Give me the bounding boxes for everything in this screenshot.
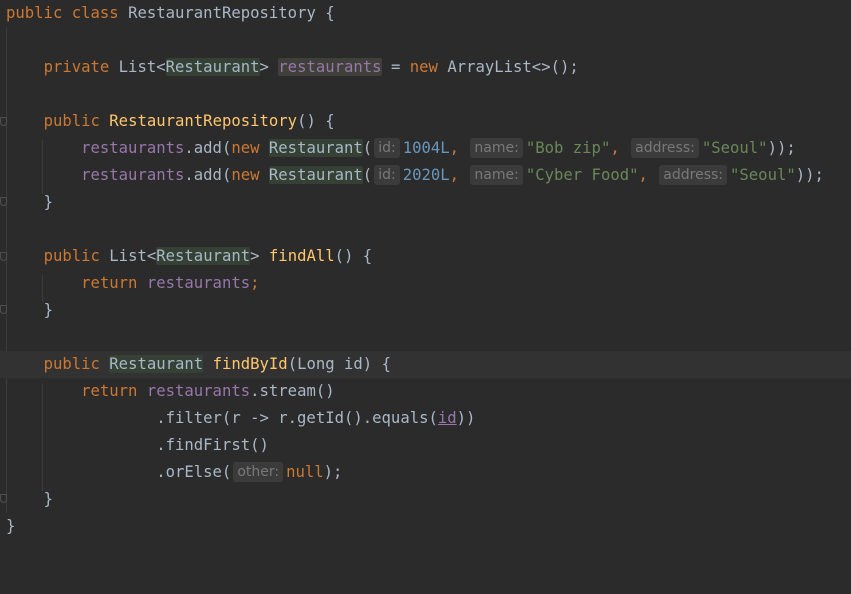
closing-brace: }	[6, 517, 16, 535]
code-line[interactable]: private List<Restaurant> restaurants = n…	[0, 54, 851, 81]
keyword: public	[43, 355, 100, 373]
punct: <	[156, 58, 166, 76]
punct: ;	[250, 274, 260, 292]
code-line[interactable]: }	[0, 189, 851, 216]
code-line[interactable]: .findFirst()	[0, 432, 851, 459]
punct: {	[315, 4, 335, 22]
method-name: findById	[212, 355, 288, 373]
string-literal: "Seoul"	[730, 166, 796, 184]
punct: ))	[456, 409, 476, 427]
type-name: Restaurant	[268, 139, 363, 157]
punct: () {	[297, 112, 335, 130]
field-name: restaurants	[81, 139, 185, 157]
keyword: return	[81, 382, 138, 400]
punct: .add(	[184, 139, 232, 157]
code-editor[interactable]: public class RestaurantRepository { priv…	[0, 0, 851, 538]
string-literal: "Seoul"	[701, 139, 768, 157]
closing-brace: }	[43, 490, 53, 508]
keyword: new	[409, 58, 438, 76]
method-name: RestaurantRepository	[109, 112, 298, 130]
expression: ArrayList<>();	[447, 58, 579, 76]
keyword: null	[286, 463, 324, 481]
punct: >	[259, 58, 269, 76]
code-line[interactable]: return restaurants;	[0, 270, 851, 297]
field-name: restaurants	[146, 274, 251, 292]
punct: (	[362, 139, 373, 157]
field-name: restaurants	[146, 382, 251, 400]
string-literal: "Bob zip"	[525, 139, 611, 157]
punct: );	[323, 463, 343, 481]
punct: ));	[795, 166, 824, 184]
field-name: restaurants	[278, 58, 382, 76]
type-name: List	[109, 247, 147, 265]
code-line[interactable]: return restaurants.stream()	[0, 378, 851, 405]
punct: >	[250, 247, 260, 265]
param-hint: name:	[470, 165, 523, 185]
punct: ,	[449, 166, 460, 184]
type-name: Restaurant	[268, 166, 363, 184]
param-hint: address:	[659, 165, 728, 185]
expression: .findFirst()	[156, 436, 269, 454]
closing-brace: }	[43, 301, 53, 319]
keyword: public	[6, 4, 63, 22]
type-name: List	[118, 58, 157, 76]
keyword: return	[81, 274, 138, 292]
expression: .filter(r -> r.getId().equals(	[156, 409, 438, 427]
code-line[interactable]: restaurants.add(new Restaurant(id: 1004L,…	[0, 135, 851, 162]
class-name: RestaurantRepository	[128, 4, 316, 22]
punct: <	[146, 247, 157, 265]
keyword: new	[231, 139, 260, 157]
code-line[interactable]: }	[0, 513, 851, 540]
keyword: new	[231, 166, 260, 184]
code-line[interactable]: public class RestaurantRepository {	[0, 0, 851, 27]
param-ref: id	[437, 409, 457, 427]
punct: ,	[610, 139, 620, 157]
param-hint: id:	[374, 165, 400, 185]
keyword: public	[43, 247, 100, 265]
punct: .add(	[184, 166, 232, 184]
code-line-current[interactable]: public Restaurant findById(Long id) {	[0, 351, 851, 378]
field-name: restaurants	[81, 166, 185, 184]
punct: () {	[334, 247, 373, 265]
number-literal: 1004L	[402, 139, 450, 157]
param-hint: name:	[470, 138, 523, 158]
code-line[interactable]: public RestaurantRepository() {	[0, 108, 851, 135]
keyword: private	[43, 58, 110, 76]
param-hint: address:	[631, 138, 699, 158]
param-hint: other:	[233, 462, 284, 482]
expression: .orElse(	[156, 463, 232, 481]
punct: (	[362, 166, 373, 184]
closing-brace: }	[43, 193, 53, 211]
punct: ,	[449, 139, 460, 157]
param-hint: id:	[374, 138, 400, 158]
type-name: Restaurant	[165, 58, 260, 76]
punct: ,	[638, 166, 648, 184]
code-line[interactable]: restaurants.add(new Restaurant(id: 2020L,…	[0, 162, 851, 189]
code-line[interactable]: }	[0, 297, 851, 324]
method-name: findAll	[268, 247, 335, 265]
type-name: Restaurant	[156, 247, 251, 265]
code-line[interactable]: .orElse(other: null);	[0, 459, 851, 486]
code-line[interactable]: public List<Restaurant> findAll() {	[0, 243, 851, 270]
type-name: Restaurant	[109, 355, 204, 373]
keyword: public	[43, 112, 100, 130]
code-line[interactable]: .filter(r -> r.getId().equals(id))	[0, 405, 851, 432]
punct: ));	[767, 139, 796, 157]
keyword: class	[71, 4, 119, 22]
punct: =	[381, 58, 410, 76]
punct: (Long id) {	[287, 355, 391, 373]
code-line[interactable]: }	[0, 486, 851, 513]
number-literal: 2020L	[402, 166, 450, 184]
string-literal: "Cyber Food"	[525, 166, 639, 184]
punct: .stream()	[250, 382, 335, 400]
